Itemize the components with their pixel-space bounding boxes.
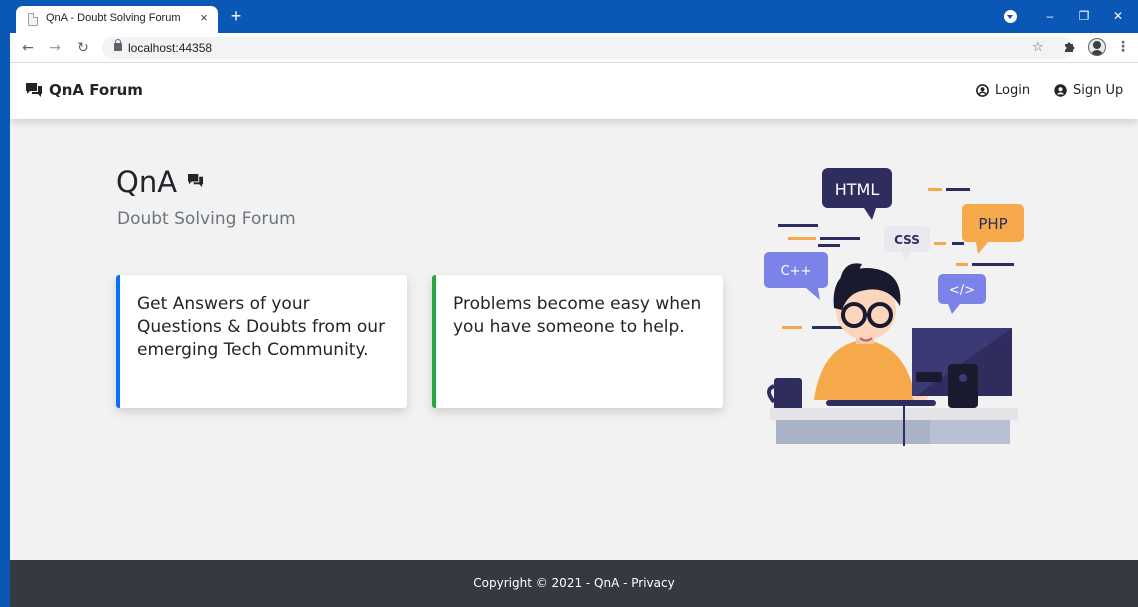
close-window-button[interactable]: ✕	[1108, 6, 1128, 26]
cpp-bubble: C++	[764, 252, 828, 300]
browser-frame-edge	[0, 0, 10, 607]
html-bubble: HTML	[822, 168, 892, 220]
developer-figure	[814, 263, 928, 402]
site-navbar: QnA Forum Login Sign Up	[10, 64, 1138, 119]
hero-title: QnA	[116, 165, 204, 199]
card-accent-bar	[432, 275, 436, 408]
comments-icon	[187, 173, 204, 192]
minimize-button[interactable]: –	[1040, 6, 1060, 26]
login-link[interactable]: Login	[976, 83, 1030, 98]
cpp-bubble-label: C++	[781, 264, 812, 279]
page-icon	[28, 13, 38, 26]
code-bubble: </>	[938, 274, 986, 314]
back-arrow-icon[interactable]: ←	[18, 38, 38, 58]
kebab-menu-icon[interactable]: ⋮	[1116, 39, 1130, 55]
php-bubble: PHP	[962, 204, 1024, 254]
feature-card-help: Problems become easy when you have someo…	[432, 275, 723, 408]
browser-toolbar: ← → ↻ localhost:44358 ☆ ⋮	[10, 33, 1138, 63]
footer-copyright: Copyright © 2021 - QnA - Privacy	[473, 576, 675, 590]
feature-card-text: Problems become easy when you have someo…	[453, 294, 702, 337]
monitor	[912, 328, 1012, 408]
css-bubble-label: CSS	[894, 233, 920, 247]
site-footer: Copyright © 2021 - QnA - Privacy	[10, 560, 1138, 607]
php-bubble-label: PHP	[978, 215, 1007, 233]
restore-button[interactable]: ❐	[1074, 6, 1094, 26]
navbar-brand[interactable]: QnA Forum	[25, 81, 143, 99]
user-circle-icon	[976, 84, 989, 97]
css-bubble: CSS	[884, 226, 930, 260]
signup-link[interactable]: Sign Up	[1054, 83, 1123, 98]
desk	[770, 406, 1018, 446]
user-circle-solid-icon	[1054, 84, 1067, 97]
tab-close-button[interactable]: ×	[197, 10, 211, 26]
brand-name: QnA Forum	[49, 81, 143, 99]
puzzle-icon[interactable]	[1063, 40, 1076, 58]
url-text[interactable]: localhost:44358	[128, 41, 212, 55]
card-accent-bar	[116, 275, 120, 408]
new-tab-button[interactable]: +	[226, 7, 246, 27]
comments-icon	[25, 82, 43, 98]
avatar-icon[interactable]	[1088, 38, 1106, 56]
hero-subtitle: Doubt Solving Forum	[117, 209, 296, 229]
feature-card-text: Get Answers of your Questions & Doubts f…	[137, 294, 386, 360]
feature-card-answers: Get Answers of your Questions & Doubts f…	[116, 275, 407, 408]
developer-illustration: HTML CSS PHP C++ </>	[764, 168, 1024, 446]
login-label: Login	[995, 83, 1031, 98]
hero-title-text: QnA	[116, 165, 178, 199]
lock-icon[interactable]	[114, 39, 122, 51]
mug	[767, 378, 802, 410]
signup-label: Sign Up	[1073, 83, 1124, 98]
star-icon[interactable]: ☆	[1032, 40, 1044, 56]
keyboard	[826, 400, 936, 406]
chrome-profile-icon[interactable]	[1004, 10, 1017, 23]
page-viewport: QnA Forum Login Sign Up QnA Doubt Solvin…	[10, 64, 1138, 607]
address-bar[interactable]: localhost:44358	[102, 37, 1074, 59]
tab-title: QnA - Doubt Solving Forum	[46, 12, 181, 24]
html-bubble-label: HTML	[835, 180, 880, 199]
forward-arrow-icon[interactable]: →	[45, 38, 65, 58]
code-bubble-label: </>	[949, 283, 975, 298]
reload-icon[interactable]: ↻	[73, 38, 93, 58]
browser-tab[interactable]: QnA - Doubt Solving Forum ×	[16, 6, 218, 33]
